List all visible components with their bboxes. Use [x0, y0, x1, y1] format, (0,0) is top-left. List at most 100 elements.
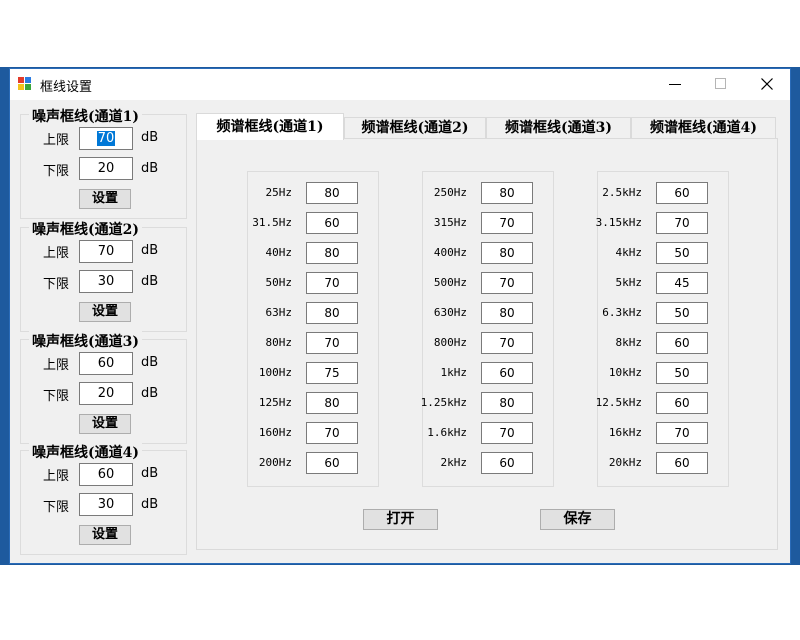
upper-label: 上限	[43, 133, 70, 148]
freq-row: 31.5Hz 60	[248, 212, 380, 235]
freq-row: 63Hz 80	[248, 302, 380, 325]
freq-row: 1.25kHz 80	[420, 392, 555, 415]
noise-group-channel-4: 噪声框线(通道4) 上限 60 dB 下限 30 dB 设置	[20, 442, 187, 555]
freq-label: 63Hz	[265, 306, 293, 319]
group-title: 噪声框线(通道4)	[29, 442, 142, 462]
freq-row: 1.6kHz 70	[423, 422, 555, 445]
freq-label: 3.15kHz	[595, 216, 642, 229]
set-button[interactable]: 设置	[79, 302, 131, 322]
freq-value-input[interactable]: 70	[306, 272, 358, 294]
freq-label: 25Hz	[265, 186, 293, 199]
spectrum-tab-panel: 25Hz 80 31.5Hz 60 40Hz 80 50Hz 70 63Hz 80 80H…	[196, 138, 778, 550]
group-title: 噪声框线(通道1)	[29, 106, 142, 126]
lower-limit-input[interactable]: 30	[79, 270, 133, 293]
freq-value-input[interactable]: 60	[481, 452, 533, 474]
freq-value-input[interactable]: 70	[481, 422, 533, 444]
freq-label: 800Hz	[433, 336, 467, 349]
open-button[interactable]: 打开	[363, 509, 438, 530]
freq-value-input[interactable]: 80	[306, 182, 358, 204]
freq-label: 50Hz	[265, 276, 293, 289]
freq-label: 80Hz	[265, 336, 293, 349]
screen: 框线设置 噪声框线(通道1) 上限 70 dB 下限 20 dB 设置 噪声框线…	[0, 0, 800, 640]
upper-limit-input[interactable]: 70	[79, 127, 133, 150]
unit-label: dB	[141, 386, 159, 401]
freq-value-input[interactable]: 75	[306, 362, 358, 384]
freq-value-input[interactable]: 45	[656, 272, 708, 294]
freq-row: 2.5kHz 60	[598, 182, 730, 205]
upper-label: 上限	[43, 246, 70, 261]
set-button[interactable]: 设置	[79, 189, 131, 209]
freq-label: 20kHz	[608, 456, 642, 469]
window-title: 框线设置	[40, 80, 93, 95]
freq-value-input[interactable]: 60	[306, 212, 358, 234]
freq-label: 10kHz	[608, 366, 642, 379]
freq-label: 100Hz	[258, 366, 292, 379]
title-bar[interactable]: 框线设置	[10, 69, 790, 100]
minimize-button[interactable]	[652, 69, 698, 100]
freq-label: 2.5kHz	[602, 186, 642, 199]
freq-row: 250Hz 80	[423, 182, 555, 205]
freq-value-input[interactable]: 70	[656, 422, 708, 444]
freq-value-input[interactable]: 80	[481, 302, 533, 324]
lower-limit-input[interactable]: 30	[79, 493, 133, 516]
freq-value-input[interactable]: 70	[306, 332, 358, 354]
freq-label: 400Hz	[433, 246, 467, 259]
close-button[interactable]	[744, 69, 790, 100]
freq-row: 125Hz 80	[248, 392, 380, 415]
freq-label: 1.25kHz	[420, 396, 467, 409]
freq-row: 50Hz 70	[248, 272, 380, 295]
tab-channel-4[interactable]: 频谱框线(通道4)	[631, 117, 776, 139]
freq-value-input[interactable]: 80	[481, 242, 533, 264]
freq-value-input[interactable]: 50	[656, 362, 708, 384]
freq-value-input[interactable]: 70	[656, 212, 708, 234]
unit-label: dB	[141, 274, 159, 289]
freq-value-input[interactable]: 60	[656, 332, 708, 354]
freq-row: 10kHz 50	[598, 362, 730, 385]
set-button[interactable]: 设置	[79, 525, 131, 545]
freq-label: 4kHz	[615, 246, 643, 259]
freq-value-input[interactable]: 80	[306, 242, 358, 264]
settings-window: 框线设置 噪声框线(通道1) 上限 70 dB 下限 20 dB 设置 噪声框线…	[9, 68, 791, 564]
freq-label: 315Hz	[433, 216, 467, 229]
freq-row: 4kHz 50	[598, 242, 730, 265]
upper-limit-input[interactable]: 60	[79, 463, 133, 486]
freq-value-input[interactable]: 60	[656, 392, 708, 414]
lower-limit-input[interactable]: 20	[79, 382, 133, 405]
freq-value-input[interactable]: 80	[481, 392, 533, 414]
tab-channel-2[interactable]: 频谱框线(通道2)	[344, 117, 486, 139]
freq-value-input[interactable]: 50	[656, 302, 708, 324]
freq-row: 630Hz 80	[423, 302, 555, 325]
freq-value-input[interactable]: 70	[481, 272, 533, 294]
freq-label: 31.5Hz	[252, 216, 292, 229]
freq-value-input[interactable]: 70	[481, 212, 533, 234]
lower-label: 下限	[43, 277, 70, 292]
freq-value-input[interactable]: 50	[656, 242, 708, 264]
tab-channel-1[interactable]: 频谱框线(通道1)	[196, 113, 344, 140]
freq-value-input[interactable]: 60	[481, 362, 533, 384]
freq-value-input[interactable]: 60	[656, 182, 708, 204]
freq-value-input[interactable]: 60	[656, 452, 708, 474]
freq-row: 80Hz 70	[248, 332, 380, 355]
upper-limit-input[interactable]: 60	[79, 352, 133, 375]
save-button[interactable]: 保存	[540, 509, 615, 530]
freq-value-input[interactable]: 80	[481, 182, 533, 204]
unit-label: dB	[141, 497, 159, 512]
upper-limit-input[interactable]: 70	[79, 240, 133, 263]
freq-value-input[interactable]: 70	[481, 332, 533, 354]
freq-value-input[interactable]: 80	[306, 302, 358, 324]
freq-row: 12.5kHz 60	[596, 392, 730, 415]
freq-group-low: 25Hz 80 31.5Hz 60 40Hz 80 50Hz 70 63Hz 80 80H…	[247, 171, 379, 487]
freq-value-input[interactable]: 80	[306, 392, 358, 414]
freq-label: 200Hz	[258, 456, 292, 469]
freq-row: 25Hz 80	[248, 182, 380, 205]
tab-channel-3[interactable]: 频谱框线(通道3)	[486, 117, 631, 139]
close-icon	[761, 78, 773, 90]
freq-label: 250Hz	[433, 186, 467, 199]
freq-value-input[interactable]: 70	[306, 422, 358, 444]
freq-value-input[interactable]: 60	[306, 452, 358, 474]
lower-limit-input[interactable]: 20	[79, 157, 133, 180]
freq-row: 6.3kHz 50	[598, 302, 730, 325]
freq-row: 3.15kHz 70	[595, 212, 730, 235]
maximize-button[interactable]	[698, 69, 744, 100]
set-button[interactable]: 设置	[79, 414, 131, 434]
